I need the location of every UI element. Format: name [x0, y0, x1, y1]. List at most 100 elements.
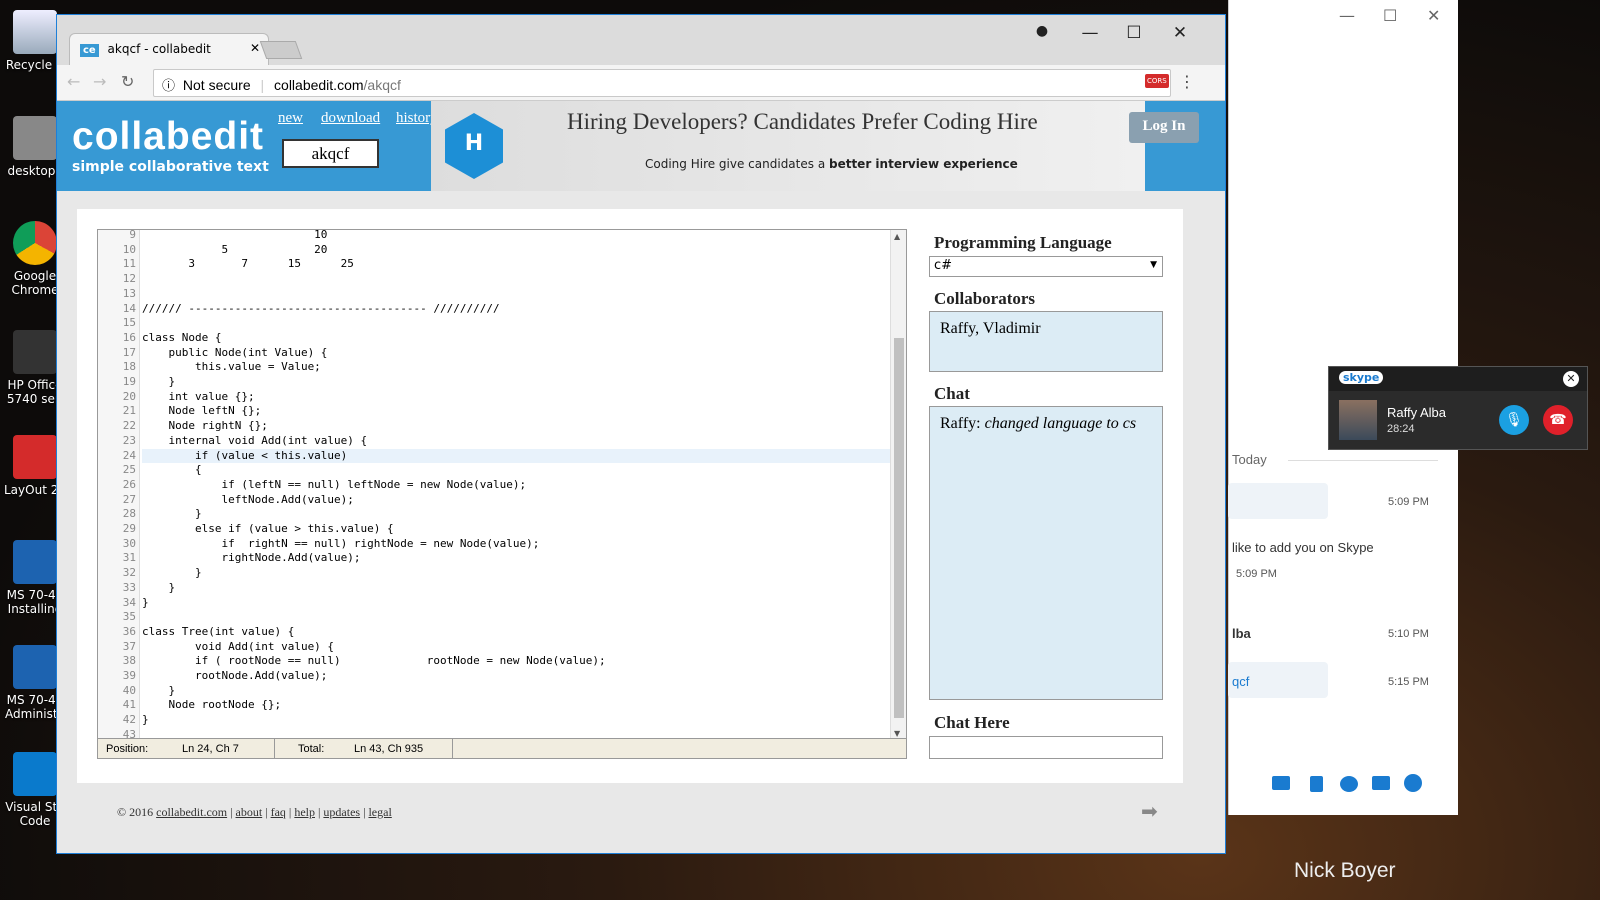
divider: [1288, 460, 1438, 461]
skype-logo: skype: [1339, 371, 1384, 384]
avatar: [1339, 400, 1377, 440]
minimize-icon[interactable]: —: [1075, 23, 1105, 43]
mic-icon[interactable]: 🎙: [1499, 405, 1529, 435]
tab-active[interactable]: ce akqcf - collabedit ✕: [69, 33, 269, 65]
scroll-up-icon[interactable]: ▲: [894, 232, 900, 241]
ad-banner[interactable]: H Hiring Developers? Candidates Prefer C…: [431, 101, 1145, 191]
copyright: © 2016: [117, 805, 157, 819]
code-line: internal void Add(int value) {: [142, 433, 368, 447]
total-value: Ln 43, Ch 935: [354, 743, 424, 755]
divider: [452, 739, 453, 758]
line-number: 18: [122, 360, 136, 374]
line-number: 9: [129, 229, 136, 241]
ad-subtitle-bold: better interview experience: [828, 157, 1018, 171]
call-duration: 28:24: [1387, 423, 1415, 435]
line-number: 27: [122, 492, 136, 506]
line-number: 15: [122, 316, 136, 330]
gear-file-icon: [13, 116, 57, 160]
footer-link-about[interactable]: about: [236, 805, 263, 819]
ad-title: Hiring Developers? Candidates Prefer Cod…: [567, 109, 1038, 134]
footer-link-updates[interactable]: updates: [323, 805, 360, 819]
maximize-icon[interactable]: ☐: [1383, 6, 1397, 25]
chat-input[interactable]: [929, 736, 1163, 759]
chat-log: Raffy: changed language to cs: [929, 406, 1163, 700]
code-line: Node leftN {};: [142, 404, 262, 418]
close-icon[interactable]: ✕: [1563, 371, 1579, 387]
footer-link-faq[interactable]: faq: [271, 805, 286, 819]
back-icon[interactable]: ←: [67, 72, 80, 91]
line-number: 14: [122, 301, 136, 315]
menu-icon[interactable]: ⋮: [1179, 72, 1195, 91]
site-footer: © 2016 collabedit.com | about | faq | he…: [117, 805, 392, 819]
footer-link-legal[interactable]: legal: [368, 805, 391, 819]
chat-bubble-icon[interactable]: [1340, 776, 1358, 792]
line-number: 28: [122, 507, 136, 521]
code-line: int value {};: [142, 389, 255, 403]
new-tab-button[interactable]: [259, 41, 303, 59]
divider: [274, 739, 275, 758]
footer-link-help[interactable]: help: [294, 805, 315, 819]
maximize-icon[interactable]: ☐: [1119, 23, 1149, 43]
scroll-down-icon[interactable]: ▼: [894, 729, 900, 738]
editor-statusbar: Position: Ln 24, Ch 7 Total: Ln 43, Ch 9…: [98, 738, 906, 758]
file-icon[interactable]: [1310, 776, 1323, 792]
footer-link-home[interactable]: collabedit.com: [156, 805, 227, 819]
ad-subtitle: Coding Hire give candidates a better int…: [645, 157, 1018, 171]
line-number: 39: [122, 669, 136, 682]
code-line: public Node(int Value) {: [142, 345, 328, 359]
code-line: }: [142, 566, 202, 580]
code-line: else if (value > this.value) {: [142, 522, 394, 535]
cors-extension-icon[interactable]: CORS: [1145, 74, 1169, 88]
nav-new[interactable]: new: [278, 110, 303, 127]
chat-message: changed language to cs: [984, 415, 1137, 432]
close-icon[interactable]: ✕: [1165, 23, 1195, 43]
language-select[interactable]: c# ▼: [929, 256, 1163, 277]
chat-user: Raffy:: [940, 415, 981, 432]
code-line: 10: [142, 229, 328, 241]
minimize-icon[interactable]: —: [1339, 6, 1355, 25]
editor-scrollbar[interactable]: ▲ ▼: [890, 230, 906, 740]
code-line: }: [142, 713, 149, 727]
code-line: if (leftN == null) leftNode = new Node(v…: [142, 477, 527, 491]
reload-icon[interactable]: ↻: [121, 72, 134, 91]
code-line: leftNode.Add(value);: [142, 492, 354, 506]
vscode-icon: [13, 752, 57, 796]
document-shortcut-icon: [13, 540, 57, 584]
sender-name: lba: [1232, 626, 1251, 641]
message-link[interactable]: qcf: [1232, 674, 1249, 689]
nav-download[interactable]: download: [321, 110, 380, 127]
url-host: collabedit.com: [274, 77, 364, 93]
emoji-icon[interactable]: [1404, 774, 1422, 792]
line-number: 11: [122, 257, 136, 271]
separator: |: [260, 77, 265, 93]
close-tab-icon[interactable]: ✕: [250, 41, 260, 55]
tab-title: akqcf - collabedit: [107, 42, 211, 56]
line-number: 35: [122, 610, 136, 624]
code-area[interactable]: 10 5 20 3 7 15 25 ////// ----------------…: [142, 230, 890, 740]
line-number: 37: [122, 639, 136, 653]
code-editor[interactable]: 9 10 11 12 13 14 15 16 17 18 19 20 21 22 23 24 25 26 27 28 2…: [97, 229, 907, 759]
position-label: Position:: [106, 743, 149, 755]
arrow-right-icon[interactable]: ➡: [1141, 799, 1158, 823]
browser-toolbar: ← → ↻ ⓘ Not secure | collabedit.com/akqc…: [57, 65, 1225, 101]
address-bar[interactable]: ⓘ Not secure | collabedit.com/akqcf ☆: [153, 69, 1171, 97]
site-logo[interactable]: collabedit: [72, 115, 264, 159]
login-button[interactable]: Log In: [1129, 112, 1199, 143]
code-line: }: [142, 683, 176, 697]
document-name[interactable]: akqcf: [282, 139, 379, 168]
line-number: 10: [122, 242, 136, 256]
chat-here-heading: Chat Here: [934, 713, 1010, 732]
scroll-thumb[interactable]: [894, 338, 904, 718]
line-number: 41: [122, 698, 136, 712]
line-number: 33: [122, 580, 136, 594]
code-line: }: [142, 580, 176, 594]
code-line: }: [142, 507, 202, 521]
line-number: 12: [122, 272, 136, 286]
media-icon[interactable]: [1272, 776, 1290, 790]
contact-card-icon[interactable]: [1372, 776, 1390, 790]
close-icon[interactable]: ✕: [1427, 6, 1440, 25]
line-number: 23: [122, 433, 136, 447]
forward-icon[interactable]: →: [93, 72, 106, 91]
hangup-icon[interactable]: ☎: [1543, 405, 1573, 435]
profile-icon[interactable]: ●: [1027, 23, 1057, 39]
